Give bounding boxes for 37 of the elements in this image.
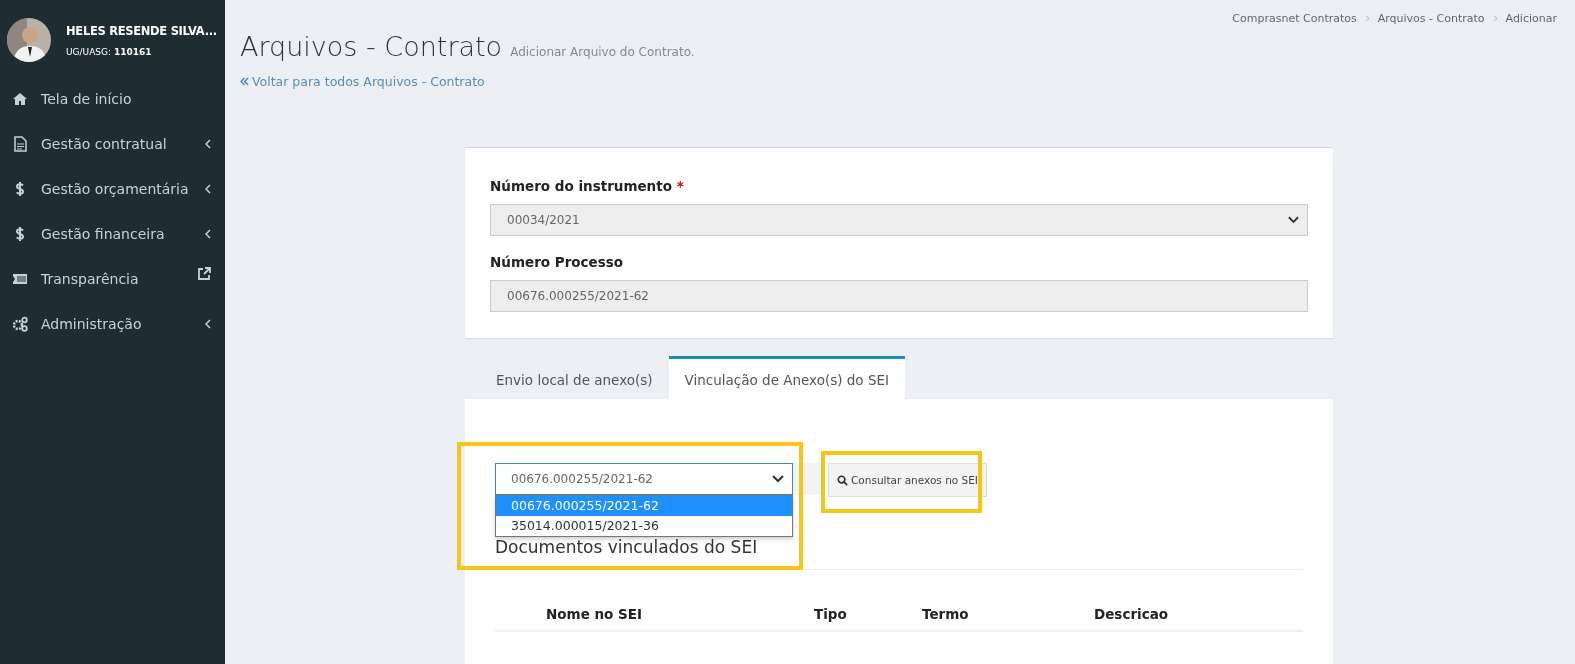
- sidebar-item[interactable]: Tela de início: [0, 76, 225, 121]
- chevron-down-icon: [772, 475, 784, 483]
- breadcrumb-link[interactable]: Comprasnet Contratos: [1232, 12, 1357, 25]
- sidebar-item[interactable]: Gestão financeira: [0, 211, 225, 256]
- field-label: Número do instrumento *: [490, 178, 685, 194]
- required-marker: *: [676, 178, 684, 194]
- user-unit: UG/UASG: 110161: [66, 46, 153, 57]
- breadcrumb-link[interactable]: Arquivos - Contrato: [1377, 12, 1485, 25]
- column-header: Nome no SEI: [546, 606, 644, 622]
- field-label: Número Processo: [490, 254, 625, 270]
- double-chevron-left-icon: [240, 77, 249, 86]
- process-select[interactable]: 00676.000255/2021-62: [495, 463, 793, 495]
- tab[interactable]: Envio local de anexo(s): [480, 356, 669, 399]
- user-name: HELES RESENDE SILVA...: [66, 23, 217, 38]
- sidebar-item[interactable]: Gestão orçamentária: [0, 166, 225, 211]
- column-header: Termo: [922, 606, 970, 622]
- sidebar-item[interactable]: Administração: [0, 301, 225, 346]
- dropdown-option[interactable]: 35014.000015/2021-36: [496, 516, 792, 536]
- sidebar-item[interactable]: Transparência: [0, 256, 225, 301]
- column-header: Descricao: [1094, 606, 1170, 622]
- select-field[interactable]: 00034/2021: [490, 204, 1308, 236]
- column-header: Tipo: [814, 606, 848, 622]
- chevron-right-icon: [1364, 15, 1370, 22]
- sidebar-item[interactable]: Gestão contratual: [0, 121, 225, 166]
- page-title: Arquivos - Contrato: [240, 31, 503, 62]
- search-button[interactable]: Consultar anexos no SEI: [828, 463, 987, 497]
- document-icon: [12, 135, 28, 152]
- input-field[interactable]: 00676.000255/2021-62: [490, 280, 1308, 312]
- search-icon: [837, 474, 848, 486]
- gears-icon: [12, 315, 28, 332]
- home-icon: [12, 90, 28, 107]
- breadcrumb-link[interactable]: Adicionar: [1505, 12, 1557, 25]
- section-heading: Documentos vinculados do SEI: [495, 537, 1303, 570]
- page-subtitle: Adicionar Arquivo do Contrato.: [510, 45, 695, 59]
- chevron-right-icon: [1492, 15, 1498, 22]
- tab[interactable]: Vinculação de Anexo(s) do SEI: [668, 356, 905, 399]
- chevron-down-icon: [1288, 216, 1299, 224]
